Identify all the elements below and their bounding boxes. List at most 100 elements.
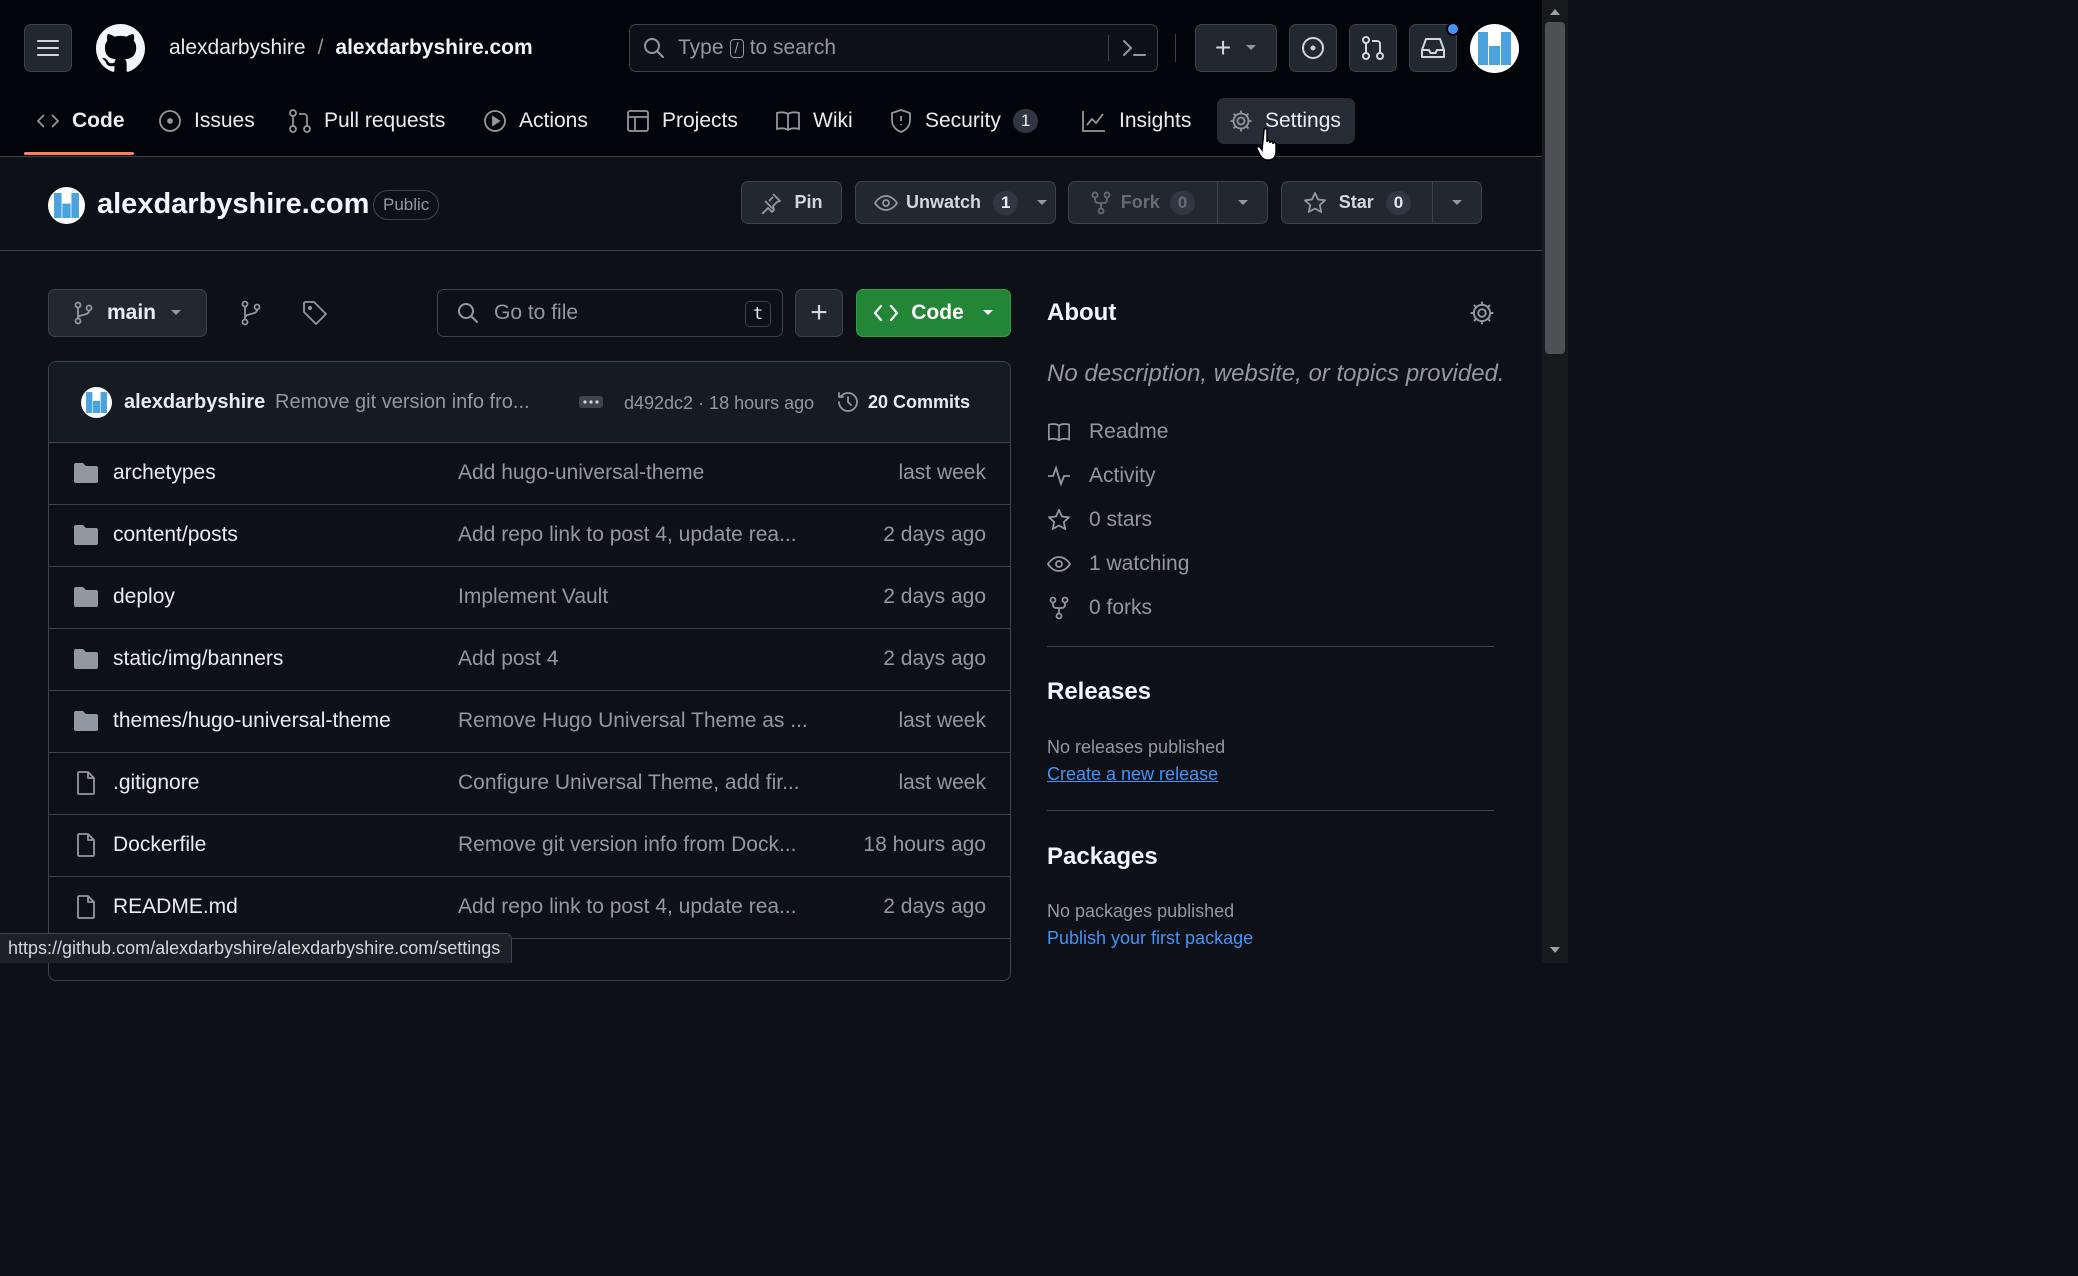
file-commit-message[interactable]: Implement Vault [458, 585, 608, 609]
play-icon [484, 110, 506, 132]
tag-icon[interactable] [302, 300, 328, 326]
table-row[interactable]: deploy Implement Vault 2 days ago [49, 566, 1010, 628]
fork-icon [1049, 596, 1069, 620]
fork-button[interactable]: Fork 0 [1068, 181, 1218, 224]
file-commit-message[interactable]: Remove Hugo Universal Theme as ... [458, 709, 808, 733]
issues-button[interactable] [1289, 24, 1337, 72]
create-release-link[interactable]: Create a new release [1047, 764, 1218, 785]
commit-author-avatar[interactable] [81, 387, 112, 418]
star-button[interactable]: Star 0 [1281, 181, 1433, 224]
file-commit-message[interactable]: Remove git version info from Dock... [458, 833, 796, 857]
file-name[interactable]: README.md [113, 895, 238, 919]
releases-heading[interactable]: Releases [1047, 678, 1151, 706]
github-logo-icon [96, 24, 145, 72]
avatar-identicon [54, 193, 79, 218]
issue-icon [1302, 37, 1324, 59]
commit-author[interactable]: alexdarbyshire [124, 391, 265, 414]
tab-actions-label: Actions [519, 109, 588, 132]
command-palette-icon[interactable] [1121, 37, 1147, 59]
table-row[interactable]: README.md Add repo link to post 4, updat… [49, 876, 1010, 938]
file-commit-message[interactable]: Add post 4 [458, 647, 558, 671]
tab-settings[interactable]: Settings [1217, 98, 1355, 144]
file-name[interactable]: archetypes [113, 461, 216, 485]
table-row[interactable]: themes/hugo-universal-theme Remove Hugo … [49, 690, 1010, 752]
issue-icon [159, 110, 181, 132]
create-new-button[interactable]: + [1195, 24, 1277, 72]
table-row[interactable]: content/posts Add repo link to post 4, u… [49, 504, 1010, 566]
scroll-down-icon[interactable] [1542, 940, 1568, 960]
file-name[interactable]: content/posts [113, 523, 238, 547]
repo-title[interactable]: alexdarbyshire.com [97, 188, 369, 221]
unwatch-button[interactable]: Unwatch 1 [855, 181, 1056, 224]
watch-count: 1 [993, 190, 1019, 215]
about-readme[interactable]: Readme [1047, 420, 1168, 444]
tab-security[interactable]: Security 1 [889, 98, 1039, 144]
tab-code-label: Code [72, 109, 125, 132]
about-forks[interactable]: 0 forks [1047, 596, 1152, 620]
book-icon [1048, 423, 1070, 442]
table-row[interactable]: .gitignore Configure Universal Theme, ad… [49, 752, 1010, 814]
scrollbar-thumb[interactable] [1545, 22, 1565, 354]
star-dropdown-button[interactable] [1432, 181, 1482, 224]
eye-icon [1047, 556, 1071, 572]
file-name[interactable]: Dockerfile [113, 833, 206, 857]
commit-sha-time[interactable]: d492dc2 · 18 hours ago [624, 393, 814, 414]
code-button[interactable]: Code [856, 289, 1011, 337]
table-row[interactable]: static/img/banners Add post 4 2 days ago [49, 628, 1010, 690]
search-input[interactable]: Type / to search [629, 24, 1158, 72]
fork-dropdown-button[interactable] [1217, 181, 1268, 224]
chevron-down-icon [1037, 199, 1048, 205]
star-count: 0 [1385, 190, 1412, 215]
breadcrumb-owner[interactable]: alexdarbyshire [169, 36, 306, 60]
scrollbar-track[interactable] [1542, 0, 1568, 963]
branch-name: main [106, 301, 156, 324]
file-name[interactable]: deploy [113, 585, 175, 609]
file-name[interactable]: themes/hugo-universal-theme [113, 709, 391, 733]
about-stars[interactable]: 0 stars [1047, 508, 1152, 532]
about-watching[interactable]: 1 watching [1047, 552, 1189, 576]
search-icon [644, 38, 664, 58]
about-activity[interactable]: Activity [1047, 464, 1156, 488]
security-count-badge: 1 [1012, 109, 1039, 133]
tab-pull-requests[interactable]: Pull requests [288, 98, 445, 144]
user-avatar[interactable] [1470, 24, 1519, 73]
tab-issues[interactable]: Issues [158, 98, 255, 144]
tab-insights-label: Insights [1119, 109, 1192, 132]
breadcrumb-repo[interactable]: alexdarbyshire.com [335, 36, 532, 60]
file-commit-message[interactable]: Add hugo-universal-theme [458, 461, 704, 485]
branch-selector[interactable]: main [48, 289, 207, 337]
chevron-down-icon [171, 310, 181, 315]
pin-button[interactable]: Pin [741, 181, 842, 224]
folder-icon [74, 649, 98, 669]
publish-package-link[interactable]: Publish your first package [1047, 928, 1253, 949]
tab-projects[interactable]: Projects [626, 98, 738, 144]
unwatch-label: Unwatch [906, 192, 982, 212]
pull-requests-button[interactable] [1349, 24, 1397, 72]
tab-actions[interactable]: Actions [483, 98, 588, 144]
table-row[interactable]: Dockerfile Remove git version info from … [49, 814, 1010, 876]
go-to-file-input[interactable]: Go to file t [437, 289, 783, 337]
folder-icon [74, 463, 98, 483]
menu-button[interactable] [24, 24, 72, 72]
gear-icon[interactable] [1469, 300, 1495, 326]
file-name[interactable]: .gitignore [113, 771, 199, 795]
commits-link[interactable]: 20 Commits [836, 390, 970, 414]
table-icon [627, 110, 649, 132]
file-commit-message[interactable]: Add repo link to post 4, update rea... [458, 895, 797, 919]
tab-wiki[interactable]: Wiki [775, 98, 853, 144]
file-commit-message[interactable]: Configure Universal Theme, add fir... [458, 771, 800, 795]
file-commit-message[interactable]: Add repo link to post 4, update rea... [458, 523, 797, 547]
add-file-button[interactable]: + [795, 289, 843, 337]
folder-icon [74, 587, 98, 607]
table-row[interactable]: archetypes Add hugo-universal-theme last… [49, 442, 1010, 504]
branches-icon[interactable] [240, 300, 262, 326]
file-name[interactable]: static/img/banners [113, 647, 283, 671]
packages-heading[interactable]: Packages [1047, 843, 1158, 871]
tab-insights[interactable]: Insights [1081, 98, 1191, 144]
commit-message[interactable]: Remove git version info fro... [275, 391, 530, 414]
scroll-up-icon[interactable] [1542, 2, 1568, 22]
tab-code[interactable]: Code [36, 98, 125, 144]
expand-commit-button[interactable] [579, 396, 603, 408]
fork-count: 0 [1169, 190, 1196, 215]
github-logo[interactable] [96, 24, 145, 73]
